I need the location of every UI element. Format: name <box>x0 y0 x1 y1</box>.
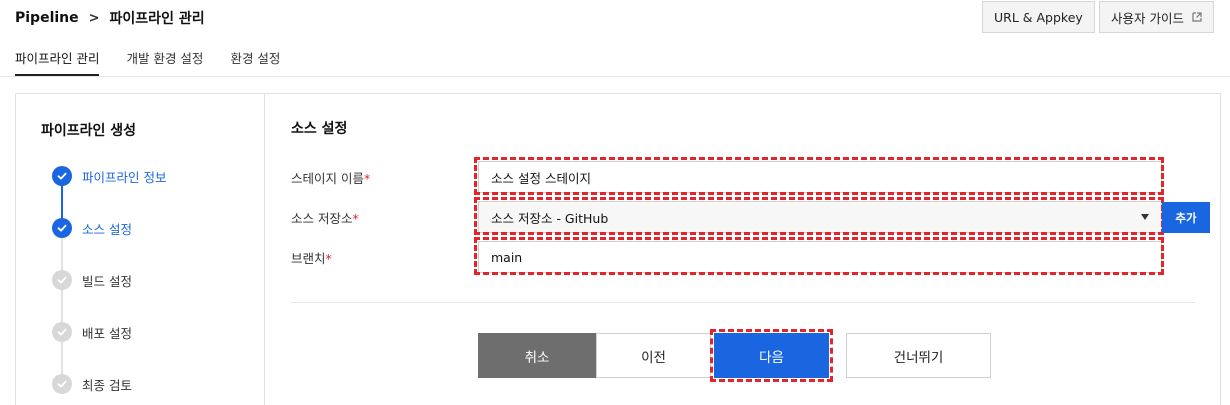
step-label: 파이프라인 정보 <box>82 169 167 185</box>
breadcrumb: Pipeline > 파이프라인 관리 <box>15 8 205 28</box>
required-mark: * <box>325 251 332 266</box>
step-final-review[interactable]: 최종 검토 <box>52 374 132 394</box>
check-icon <box>52 322 72 342</box>
repository-select[interactable]: 소스 저장소 - GitHub <box>478 201 1162 233</box>
breadcrumb-root[interactable]: Pipeline <box>15 10 79 26</box>
breadcrumb-separator: > <box>88 10 100 26</box>
wizard-panel: 파이프라인 생성 파이프라인 정보 소스 설정 빌드 설정 배포 설정 최종 검… <box>15 93 1221 405</box>
step-label: 배포 설정 <box>82 325 132 341</box>
dropdown-caret-icon <box>1141 214 1149 220</box>
step-source-settings[interactable]: 소스 설정 <box>52 218 132 238</box>
branch-value: main <box>491 249 523 265</box>
steps-remaining-line <box>61 228 63 388</box>
tab-bar: 파이프라인 관리 개발 환경 설정 환경 설정 <box>15 36 307 76</box>
check-icon <box>52 218 72 238</box>
check-icon <box>52 270 72 290</box>
form-divider <box>291 302 1195 303</box>
external-link-icon <box>1192 12 1202 22</box>
next-button[interactable]: 다음 <box>714 333 829 378</box>
url-appkey-label: URL & Appkey <box>994 9 1083 25</box>
user-guide-label: 사용자 가이드 <box>1111 10 1184 26</box>
step-label: 최종 검토 <box>82 377 132 393</box>
branch-label: 브랜치* <box>291 251 332 266</box>
step-build-settings[interactable]: 빌드 설정 <box>52 270 132 290</box>
stage-name-label: 스테이지 이름* <box>291 171 371 186</box>
check-icon <box>52 374 72 394</box>
step-label: 소스 설정 <box>82 221 132 237</box>
required-mark: * <box>352 211 359 226</box>
cancel-button[interactable]: 취소 <box>478 333 596 378</box>
repository-value: 소스 저장소 - GitHub <box>491 210 609 226</box>
tab-dev-env-settings[interactable]: 개발 환경 설정 <box>126 36 203 76</box>
tab-pipeline-management[interactable]: 파이프라인 관리 <box>15 36 100 76</box>
stage-name-value: 소스 설정 스테이지 <box>491 170 591 186</box>
add-repository-button[interactable]: 추가 <box>1162 202 1210 233</box>
top-bar: Pipeline > 파이프라인 관리 URL & Appkey 사용자 가이드 <box>0 0 1230 36</box>
step-label: 빌드 설정 <box>82 273 132 289</box>
url-appkey-button[interactable]: URL & Appkey <box>982 1 1095 33</box>
previous-button[interactable]: 이전 <box>596 333 711 378</box>
breadcrumb-current: 파이프라인 관리 <box>109 11 205 27</box>
tab-env-settings[interactable]: 환경 설정 <box>230 36 280 76</box>
user-guide-button[interactable]: 사용자 가이드 <box>1099 1 1214 33</box>
wizard-title: 파이프라인 생성 <box>41 123 137 139</box>
required-mark: * <box>363 171 371 186</box>
wizard-steps: 파이프라인 생성 파이프라인 정보 소스 설정 빌드 설정 배포 설정 최종 검… <box>16 94 265 405</box>
step-deploy-settings[interactable]: 배포 설정 <box>52 322 132 342</box>
repository-label: 소스 저장소* <box>291 211 359 226</box>
branch-input[interactable]: main <box>478 241 1162 273</box>
source-settings-form: 소스 설정 스테이지 이름* 소스 설정 스테이지 소스 저장소* 소스 저장소… <box>266 94 1220 405</box>
tabs-divider <box>0 76 1230 77</box>
check-icon <box>52 166 72 186</box>
section-title: 소스 설정 <box>291 121 348 137</box>
skip-button[interactable]: 건너뛰기 <box>846 333 991 378</box>
step-pipeline-info[interactable]: 파이프라인 정보 <box>52 166 166 186</box>
stage-name-input[interactable]: 소스 설정 스테이지 <box>478 161 1162 193</box>
